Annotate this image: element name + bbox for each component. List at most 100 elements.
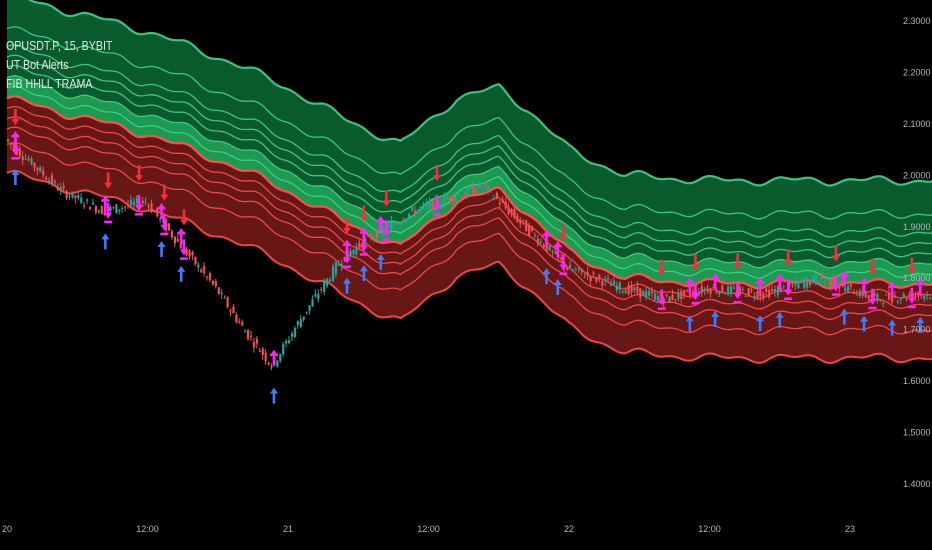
candle [457, 194, 460, 196]
candle [583, 276, 586, 278]
candle [794, 280, 797, 286]
candle [765, 288, 768, 292]
candle [481, 186, 484, 188]
candle [566, 267, 569, 270]
candle [533, 235, 537, 237]
candle [677, 292, 680, 299]
candle [826, 278, 829, 280]
candle [416, 209, 419, 214]
candle [498, 203, 501, 205]
candle [665, 294, 668, 296]
candle [727, 286, 730, 294]
candle [650, 291, 654, 294]
candle [513, 209, 516, 218]
candle [489, 188, 493, 190]
candle [323, 281, 326, 292]
candle [671, 294, 674, 300]
candle [223, 297, 226, 299]
candle [65, 191, 68, 199]
candle [586, 271, 589, 276]
candle [899, 298, 902, 300]
candle [850, 283, 853, 286]
candle [683, 289, 686, 295]
candle [56, 187, 59, 191]
candle [528, 224, 531, 236]
candle [405, 218, 408, 222]
candle [893, 295, 897, 298]
candle [390, 221, 393, 231]
price-chart[interactable]: 2.3000 2.2000 2.1000 2.0000 1.9000 1.8000 1.70… [0, 0, 932, 550]
candle [706, 289, 709, 293]
candle [399, 222, 402, 225]
candle [302, 316, 305, 320]
candle [68, 195, 71, 197]
candle [24, 158, 27, 160]
candle [127, 204, 130, 206]
candle [410, 207, 414, 210]
symbol-title[interactable]: OPUSDT.P, 15, BYBIT [6, 36, 112, 55]
candle [592, 272, 595, 275]
candle [45, 177, 48, 180]
candle [305, 311, 308, 313]
candle [211, 280, 215, 285]
time-tick-label: 12:00 [698, 524, 721, 534]
candle [413, 210, 417, 215]
candle [419, 206, 422, 209]
candle [852, 292, 856, 295]
indicator-ut-bot[interactable]: UT Bot Alerts [6, 55, 112, 74]
candle [282, 344, 285, 355]
candle [806, 278, 809, 288]
indicator-fib-trama[interactable]: FIB HHLL TRAMA [6, 74, 112, 93]
candle [729, 286, 733, 294]
candle [454, 197, 458, 201]
candle [238, 321, 241, 323]
candle [636, 286, 639, 293]
candle [803, 281, 806, 288]
candle [331, 266, 335, 281]
candle [885, 294, 888, 296]
time-tick-label: 20 [2, 524, 12, 534]
candle [9, 142, 13, 145]
candle [501, 199, 504, 203]
candle [832, 277, 835, 287]
candle [674, 299, 677, 301]
candle [800, 280, 803, 283]
candle [88, 206, 92, 210]
candle [577, 267, 580, 270]
candle [653, 293, 657, 300]
candle [214, 281, 218, 287]
candle [118, 209, 121, 212]
candle [249, 335, 253, 337]
price-tick-label: 2.0000 [903, 170, 931, 180]
candle [226, 297, 229, 308]
candle [290, 333, 294, 337]
candle [668, 296, 671, 303]
candle [74, 195, 77, 199]
candle [129, 199, 133, 206]
price-tick-label: 1.9000 [903, 222, 931, 232]
candle [153, 211, 156, 213]
candle [882, 302, 885, 304]
candle [208, 273, 212, 281]
candle [235, 314, 238, 323]
fib-marker [559, 272, 568, 275]
candle [431, 200, 434, 210]
chart-legend: OPUSDT.P, 15, BYBIT UT Bot Alerts FIB HH… [6, 36, 112, 93]
candle [621, 291, 624, 293]
time-tick-label: 12:00 [136, 524, 159, 534]
candle [217, 287, 220, 294]
price-tick-label: 2.1000 [903, 119, 931, 129]
candle [241, 321, 244, 326]
candle [369, 236, 373, 239]
candle [627, 285, 630, 295]
candle [200, 269, 203, 273]
candle [642, 290, 645, 296]
candle [317, 293, 320, 300]
candle [542, 244, 545, 248]
candle [83, 205, 86, 207]
candle [551, 251, 554, 253]
candle [21, 156, 24, 161]
candle [656, 296, 660, 300]
candle [77, 195, 80, 199]
time-tick-label: 23 [845, 524, 855, 534]
